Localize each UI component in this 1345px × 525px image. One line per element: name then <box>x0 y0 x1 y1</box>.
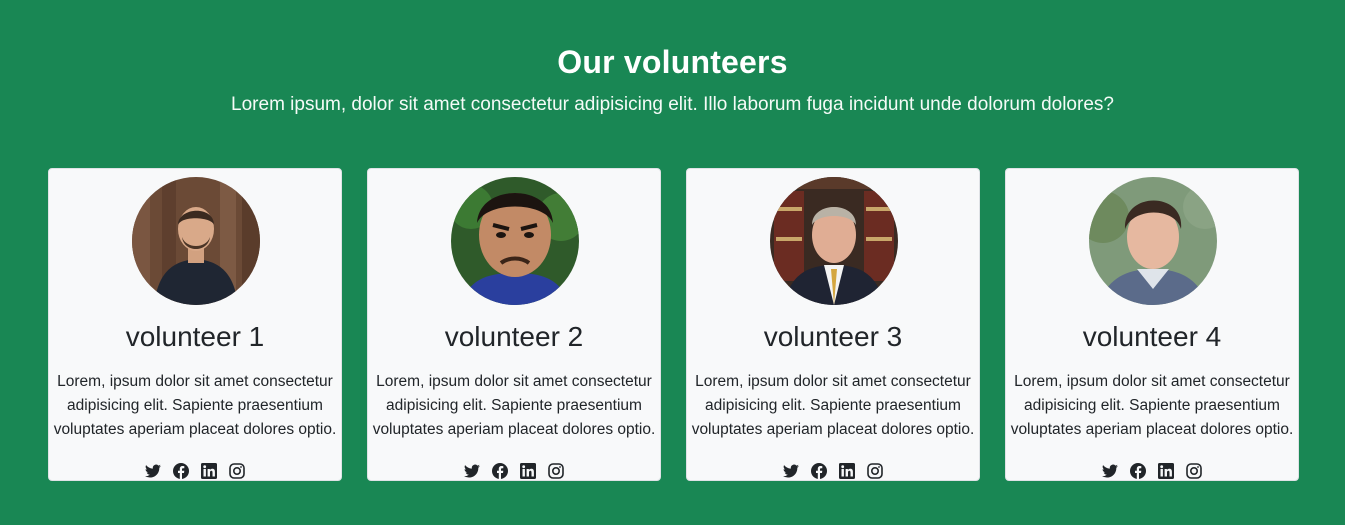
instagram-icon[interactable] <box>867 463 883 479</box>
twitter-icon[interactable] <box>464 463 480 479</box>
bio-line: voluptates aperiam placeat dolores optio… <box>53 421 337 438</box>
social-links <box>1006 463 1298 479</box>
social-links <box>687 463 979 479</box>
avatar <box>132 177 260 305</box>
bio-line: adipisicing elit. Sapiente praesentium <box>386 397 642 414</box>
linkedin-icon[interactable] <box>1158 463 1174 479</box>
instagram-icon[interactable] <box>548 463 564 479</box>
volunteer-name: volunteer 2 <box>444 321 584 352</box>
volunteer-card: volunteer 4 Lorem, ipsum dolor sit amet … <box>1005 168 1299 481</box>
bio-line: voluptates aperiam placeat dolores optio… <box>1010 421 1294 438</box>
volunteer-card: volunteer 1 Lorem, ipsum dolor sit amet … <box>48 168 342 481</box>
twitter-icon[interactable] <box>1102 463 1118 479</box>
section-title: Our volunteers <box>557 44 788 80</box>
bio-line: adipisicing elit. Sapiente praesentium <box>705 397 961 414</box>
volunteer-bio: Lorem, ipsum dolor sit amet consectetur … <box>368 370 660 442</box>
avatar <box>451 177 579 305</box>
bio-line: voluptates aperiam placeat dolores optio… <box>372 421 656 438</box>
bio-line: voluptates aperiam placeat dolores optio… <box>691 421 975 438</box>
social-links <box>368 463 660 479</box>
volunteer-bio: Lorem, ipsum dolor sit amet consectetur … <box>49 370 341 442</box>
linkedin-icon[interactable] <box>520 463 536 479</box>
volunteer-name: volunteer 1 <box>125 321 265 352</box>
section-subtitle: Lorem ipsum, dolor sit amet consectetur … <box>231 94 1114 115</box>
volunteer-bio: Lorem, ipsum dolor sit amet consectetur … <box>1006 370 1298 442</box>
volunteer-bio: Lorem, ipsum dolor sit amet consectetur … <box>687 370 979 442</box>
facebook-icon[interactable] <box>1130 463 1146 479</box>
bio-line: adipisicing elit. Sapiente praesentium <box>67 397 323 414</box>
twitter-icon[interactable] <box>145 463 161 479</box>
volunteer-cards: volunteer 1 Lorem, ipsum dolor sit amet … <box>48 168 1301 483</box>
avatar <box>1089 177 1217 305</box>
volunteer-card: volunteer 3 Lorem, ipsum dolor sit amet … <box>686 168 980 481</box>
facebook-icon[interactable] <box>492 463 508 479</box>
facebook-icon[interactable] <box>173 463 189 479</box>
volunteer-name: volunteer 4 <box>1082 321 1222 352</box>
social-links <box>49 463 341 479</box>
bio-line: Lorem, ipsum dolor sit amet consectetur <box>57 373 333 390</box>
linkedin-icon[interactable] <box>201 463 217 479</box>
linkedin-icon[interactable] <box>839 463 855 479</box>
instagram-icon[interactable] <box>1186 463 1202 479</box>
bio-line: Lorem, ipsum dolor sit amet consectetur <box>376 373 652 390</box>
twitter-icon[interactable] <box>783 463 799 479</box>
volunteer-card: volunteer 2 Lorem, ipsum dolor sit amet … <box>367 168 661 481</box>
bio-line: Lorem, ipsum dolor sit amet consectetur <box>695 373 971 390</box>
volunteers-section: Our volunteers Lorem ipsum, dolor sit am… <box>0 0 1345 525</box>
bio-line: Lorem, ipsum dolor sit amet consectetur <box>1014 373 1290 390</box>
instagram-icon[interactable] <box>229 463 245 479</box>
facebook-icon[interactable] <box>811 463 827 479</box>
bio-line: adipisicing elit. Sapiente praesentium <box>1024 397 1280 414</box>
volunteer-name: volunteer 3 <box>763 321 903 352</box>
avatar <box>770 177 898 305</box>
